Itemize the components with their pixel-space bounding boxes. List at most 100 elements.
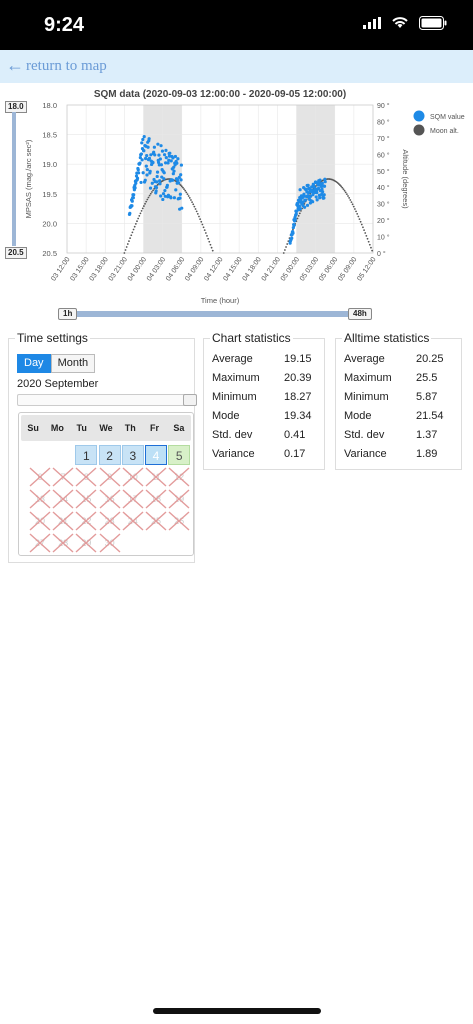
sqm-data-point xyxy=(321,190,325,194)
y-tick-label: 18.0 xyxy=(42,101,57,110)
sqm-data-point xyxy=(163,188,167,193)
moon-altitude-point xyxy=(142,205,145,207)
sqm-data-point xyxy=(160,149,165,153)
month-slider[interactable] xyxy=(17,394,197,406)
month-slider-thumb[interactable] xyxy=(183,394,197,406)
disabled-cross-icon xyxy=(29,489,51,509)
moon-altitude-point xyxy=(134,223,137,225)
sqm-data-point xyxy=(130,199,134,203)
y-tick-label: 19.5 xyxy=(42,190,57,199)
sqm-data-point xyxy=(314,195,318,199)
moon-altitude-point xyxy=(187,195,190,197)
weekday-label: We xyxy=(99,423,113,433)
sqm-data-point xyxy=(158,182,162,186)
disabled-cross-icon xyxy=(29,511,51,531)
time-range-track[interactable] xyxy=(68,311,358,317)
sqm-data-point xyxy=(155,180,159,184)
moon-altitude-point xyxy=(201,223,204,226)
back-arrow-icon[interactable]: ← xyxy=(6,55,24,76)
y2-tick-label: 50 ° xyxy=(377,168,390,176)
calendar-day: 7 xyxy=(52,467,74,487)
sqm-data-point xyxy=(147,156,152,160)
day-button[interactable]: Day xyxy=(17,354,51,373)
disabled-cross-icon xyxy=(122,489,144,509)
sqm-data-point xyxy=(132,193,136,197)
y-range-bottom-label[interactable]: 20.5 xyxy=(5,247,27,259)
stat-label: Mode xyxy=(212,410,240,422)
moon-altitude-point xyxy=(193,205,196,208)
disabled-cross-icon xyxy=(52,467,74,487)
moon-altitude-point xyxy=(204,232,207,234)
y-axis-label: MPSAS (mag./arc sec²) xyxy=(24,139,33,218)
sqm-data-point xyxy=(142,149,146,153)
sqm-data-point xyxy=(318,178,322,182)
sqm-data-point xyxy=(161,197,165,202)
moon-altitude-point xyxy=(282,252,285,254)
sqm-data-point xyxy=(290,236,294,240)
sqm-data-point xyxy=(293,217,297,221)
calendar-header: Su Mo Tu We Th Fr Sa xyxy=(21,415,191,441)
sqm-data-point xyxy=(168,151,172,155)
sqm-chart: SQM data (2020-09-03 12:00:00 - 2020-09-… xyxy=(0,83,473,323)
calendar-day[interactable]: 5 xyxy=(168,445,191,465)
calendar-day: 30 xyxy=(99,533,121,553)
moon-altitude-point xyxy=(367,240,370,243)
moon-altitude-point xyxy=(152,189,154,192)
weekday-label: Su xyxy=(27,423,39,433)
moon-altitude-point xyxy=(133,225,136,228)
month-label: 2020 September xyxy=(17,378,99,390)
calendar-day: 17 xyxy=(122,489,144,509)
sqm-data-point xyxy=(172,196,176,200)
moon-altitude-point xyxy=(194,208,197,210)
calendar-day[interactable]: 1 xyxy=(75,445,98,465)
sqm-data-point xyxy=(147,137,151,141)
moon-altitude-point xyxy=(148,194,151,197)
moon-altitude-point xyxy=(151,191,153,193)
sqm-data-point xyxy=(153,153,157,157)
stat-label: Maximum xyxy=(212,372,260,384)
stat-label: Mode xyxy=(344,410,372,422)
stat-label: Average xyxy=(344,353,385,365)
y-tick-label: 18.5 xyxy=(42,131,57,140)
sqm-data-point xyxy=(164,148,168,152)
calendar-day: 26 xyxy=(168,511,190,531)
moon-altitude-point xyxy=(344,191,347,194)
sqm-data-point xyxy=(144,156,148,161)
moon-altitude-point xyxy=(285,246,287,248)
sqm-data-point xyxy=(176,157,180,161)
calendar-day[interactable]: 4 xyxy=(145,445,167,465)
stat-value: 0.17 xyxy=(284,448,306,460)
calendar-day: 29 xyxy=(75,533,97,553)
sqm-data-point xyxy=(306,183,310,187)
sqm-data-point xyxy=(139,152,144,156)
return-to-map-link[interactable]: return to map xyxy=(26,58,107,75)
sqm-data-point xyxy=(156,142,160,146)
sqm-data-point xyxy=(136,171,141,175)
sqm-data-point xyxy=(140,141,144,145)
time-range-max-label[interactable]: 48h xyxy=(348,308,372,320)
calendar-day: 28 xyxy=(52,533,74,553)
calendar-day[interactable]: 3 xyxy=(121,445,144,465)
sqm-data-point xyxy=(162,153,167,157)
moon-altitude-point xyxy=(128,240,130,242)
sqm-data-point xyxy=(157,153,161,157)
legend-label-moon: Moon alt. xyxy=(430,128,459,135)
mode-toggle: Day Month xyxy=(17,354,96,373)
calendar-day-label: 5 xyxy=(175,449,183,463)
moon-altitude-point xyxy=(365,234,368,237)
calendar-day[interactable]: 2 xyxy=(98,445,121,465)
stat-label: Minimum xyxy=(344,391,389,403)
calendar-day: 11 xyxy=(145,467,167,487)
y2-tick-label: 10 ° xyxy=(377,234,390,242)
moon-altitude-point xyxy=(200,220,203,223)
sqm-data-point xyxy=(128,211,132,215)
moon-altitude-point xyxy=(366,237,369,240)
month-button[interactable]: Month xyxy=(50,354,96,373)
y-range-track[interactable] xyxy=(12,112,16,246)
moon-altitude-point xyxy=(364,232,367,234)
time-range-slider[interactable]: 1h 48h xyxy=(58,308,372,320)
sqm-data-point xyxy=(131,196,135,200)
time-range-min-label[interactable]: 1h xyxy=(58,308,78,320)
moon-altitude-point xyxy=(357,215,360,218)
moon-altitude-point xyxy=(196,213,199,215)
